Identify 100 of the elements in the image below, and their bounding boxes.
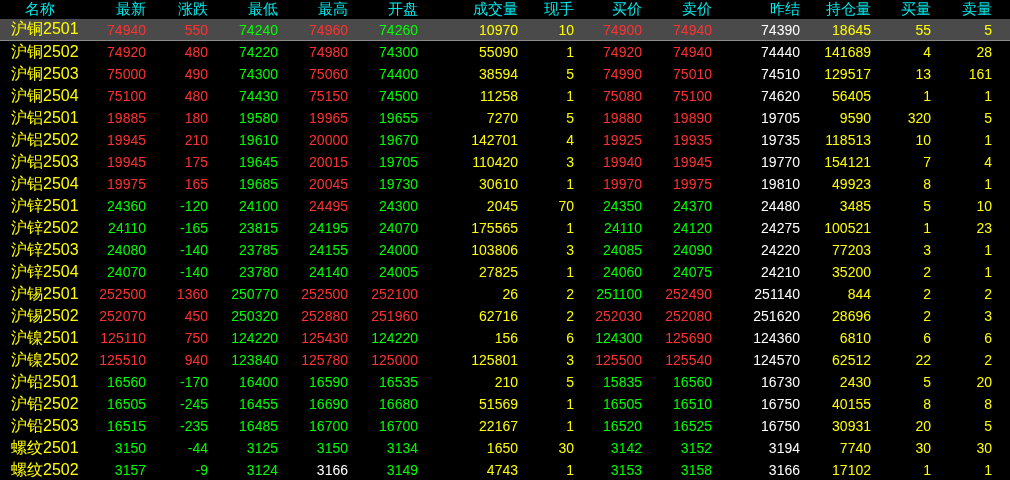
- table-cell-text: 24275: [760, 220, 800, 236]
- table-cell-text: 19970: [602, 176, 642, 192]
- table-cell-text: 1: [565, 396, 574, 412]
- column-header[interactable]: 成交量: [418, 0, 518, 19]
- table-row[interactable]: 沪锌2502 24110 -165 23815 24195 24070 175565 1 24110 24120 24275 100521 1 23: [0, 217, 1010, 239]
- table-cell-text: 4: [983, 154, 992, 170]
- table-row[interactable]: 沪铜2503 75000 490 74300 75060 74400 38594 5 74990 75010 74510 129517 13 161: [0, 63, 1010, 85]
- table-cell-text: 19975: [672, 176, 712, 192]
- column-header[interactable]: 涨跌: [146, 0, 208, 19]
- table-cell-text: -165: [178, 220, 208, 236]
- table-row[interactable]: 沪铅2501 16560 -170 16400 16590 16535 210 5 15835 16560 16730 2430 5 20: [0, 371, 1010, 393]
- table-row[interactable]: 沪铜2501 74940 550 74240 74960 74260 10970 10 74900 74940 74390 18645 55 5: [0, 19, 1010, 41]
- table-row[interactable]: 螺纹2502 3157 -9 3124 3166 3149 4743 1 3153 3158 3166 17102 1 1: [0, 459, 1010, 480]
- table-cell-text: 35200: [831, 264, 871, 280]
- column-header[interactable]: 卖价: [642, 0, 712, 19]
- contract-name: 沪镍2502: [11, 349, 79, 370]
- table-row[interactable]: 沪锌2503 24080 -140 23785 24155 24000 103806 3 24085 24090 24220 77203 3 1: [0, 239, 1010, 261]
- table-row[interactable]: 沪锌2504 24070 -140 23780 24140 24005 27825 1 24060 24075 24210 35200 2 1: [0, 261, 1010, 283]
- table-row[interactable]: 沪铝2502 19945 210 19610 20000 19670 142701 4 19925 19935 19735 118513 10 1: [0, 129, 1010, 151]
- column-header[interactable]: 买量: [871, 0, 931, 19]
- table-cell-text: 55090: [478, 44, 518, 60]
- table-row[interactable]: 沪镍2501 125110 750 124220 125430 124220 156 6 124300 125690 124360 6810 6 6: [0, 327, 1010, 349]
- table-cell-text: 13: [914, 66, 931, 82]
- table-cell-text: 15835: [602, 374, 642, 390]
- table-cell-text: 142701: [470, 132, 518, 148]
- table-cell-text: 8: [922, 396, 931, 412]
- table-cell-text: 55: [914, 21, 931, 38]
- table-cell-text: 5: [983, 418, 992, 434]
- table-cell-text: 3: [565, 242, 574, 258]
- table-row[interactable]: 沪铜2504 75100 480 74430 75150 74500 11258 1 75080 75100 74620 56405 1 1: [0, 85, 1010, 107]
- table-cell-text: 3158: [679, 462, 712, 478]
- table-cell-text: 252500: [300, 286, 348, 302]
- table-cell-text: 480: [183, 88, 208, 104]
- table-cell-text: 26: [501, 286, 518, 302]
- table-cell-text: 24085: [602, 242, 642, 258]
- table-cell-text: 450: [183, 308, 208, 324]
- table-cell-text: 124220: [370, 330, 418, 346]
- contract-name: 螺纹2502: [11, 459, 79, 480]
- table-row[interactable]: 沪铜2502 74920 480 74220 74980 74300 55090 1 74920 74940 74440 141689 4 28: [0, 41, 1010, 63]
- table-cell-text: 940: [183, 352, 208, 368]
- table-cell-text: 125780: [300, 352, 348, 368]
- table-cell-text: 3157: [113, 462, 146, 478]
- column-header[interactable]: 现手: [518, 0, 574, 19]
- table-cell-text: 4: [922, 44, 931, 60]
- contract-name: 沪铝2503: [11, 151, 79, 172]
- column-header[interactable]: 最高: [278, 0, 348, 19]
- table-cell-text: 125000: [370, 352, 418, 368]
- column-header[interactable]: 持仓量: [800, 0, 871, 19]
- column-header[interactable]: 最低: [208, 0, 278, 19]
- table-cell-text: 165: [183, 176, 208, 192]
- table-cell-text: 28: [975, 44, 992, 60]
- table-cell-text: -9: [194, 462, 208, 478]
- column-header[interactable]: 昨结: [712, 0, 800, 19]
- table-cell-text: 20000: [308, 132, 348, 148]
- table-row[interactable]: 沪铅2502 16505 -245 16455 16690 16680 51569 1 16505 16510 16750 40155 8 8: [0, 393, 1010, 415]
- table-cell-text: 24075: [672, 264, 712, 280]
- table-cell-text: 19975: [106, 176, 146, 192]
- table-cell-text: 1: [565, 88, 574, 104]
- table-cell-text: 24120: [672, 220, 712, 236]
- table-cell-text: 16485: [238, 418, 278, 434]
- column-header[interactable]: 最新: [80, 0, 146, 19]
- column-header[interactable]: 名称: [0, 0, 80, 19]
- table-cell-text: 3194: [767, 440, 800, 456]
- table-cell-text: 1360: [175, 286, 208, 302]
- contract-name: 沪铅2502: [11, 393, 79, 414]
- contract-name: 沪铜2501: [11, 19, 79, 39]
- table-row[interactable]: 沪铝2501 19885 180 19580 19965 19655 7270 5 19880 19890 19705 9590 320 5: [0, 107, 1010, 129]
- table-cell-text: 19965: [308, 110, 348, 126]
- column-header[interactable]: 买价: [574, 0, 642, 19]
- table-cell-text: 30: [557, 440, 574, 456]
- table-cell-text: 75100: [672, 88, 712, 104]
- table-cell-text: 51569: [478, 396, 518, 412]
- table-cell-text: 24360: [106, 198, 146, 214]
- table-row[interactable]: 螺纹2501 3150 -44 3125 3150 3134 1650 30 3142 3152 3194 7740 30 30: [0, 437, 1010, 459]
- table-cell-text: 40155: [831, 396, 871, 412]
- table-row[interactable]: 沪镍2502 125510 940 123840 125780 125000 125801 3 125500 125540 124570 62512 22 2: [0, 349, 1010, 371]
- column-header[interactable]: 开盘: [348, 0, 418, 19]
- table-cell-text: 20045: [308, 176, 348, 192]
- contract-name: 沪铜2502: [11, 41, 79, 62]
- table-row[interactable]: 沪锡2501 252500 1360 250770 252500 252100 26 2 251100 252490 251140 844 2 2: [0, 283, 1010, 305]
- table-cell-text: 2: [565, 286, 574, 302]
- table-cell-text: 16750: [760, 418, 800, 434]
- table-cell-text: 30: [975, 440, 992, 456]
- table-cell-text: 8: [922, 176, 931, 192]
- contract-name: 沪锌2503: [11, 239, 79, 260]
- table-row[interactable]: 沪铅2503 16515 -235 16485 16700 16700 22167 1 16520 16525 16750 30931 20 5: [0, 415, 1010, 437]
- table-cell-text: 10: [975, 198, 992, 214]
- table-cell-text: 20: [914, 418, 931, 434]
- table-row[interactable]: 沪锌2501 24360 -120 24100 24495 24300 2045 70 24350 24370 24480 3485 5 10: [0, 195, 1010, 217]
- table-cell-text: 118513: [824, 132, 871, 148]
- table-cell-text: 16515: [106, 418, 146, 434]
- contract-name: 沪锡2501: [11, 283, 79, 304]
- table-row[interactable]: 沪铝2504 19975 165 19685 20045 19730 30610 1 19970 19975 19810 49923 8 1: [0, 173, 1010, 195]
- table-cell-text: 19685: [238, 176, 278, 192]
- table-row[interactable]: 沪铝2503 19945 175 19645 20015 19705 110420 3 19940 19945 19770 154121 7 4: [0, 151, 1010, 173]
- table-cell-text: 3: [922, 242, 931, 258]
- table-cell-text: 74400: [378, 66, 418, 82]
- column-header[interactable]: 卖量: [931, 0, 992, 19]
- table-row[interactable]: 沪锡2502 252070 450 250320 252880 251960 62716 2 252030 252080 251620 28696 2 3: [0, 305, 1010, 327]
- table-cell-text: 38594: [478, 66, 518, 82]
